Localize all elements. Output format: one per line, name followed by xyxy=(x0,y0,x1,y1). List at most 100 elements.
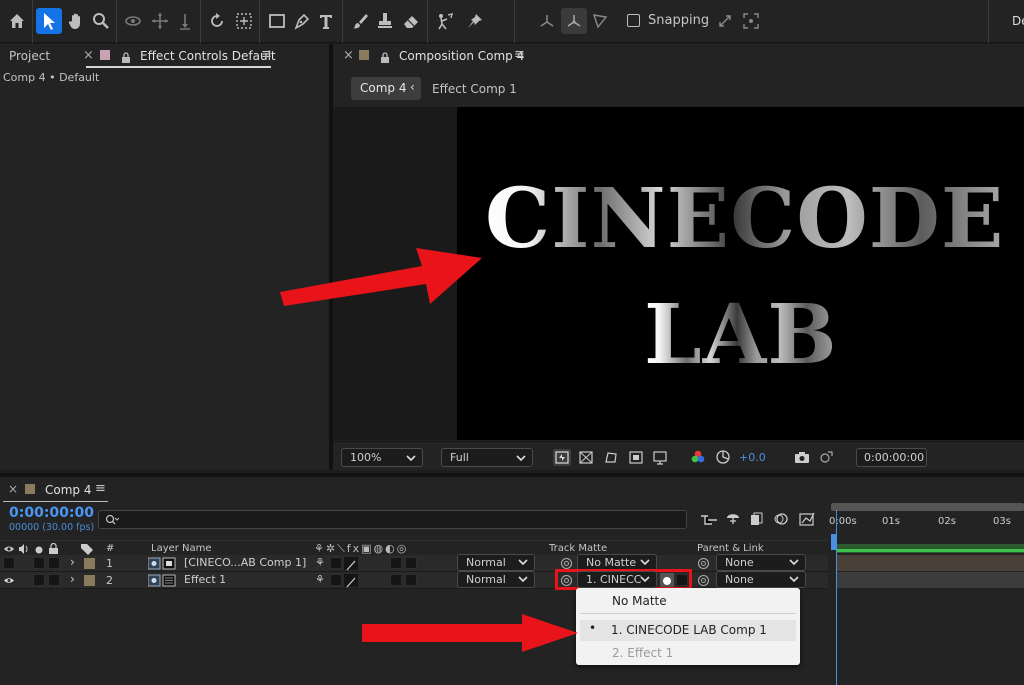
quality-switch[interactable] xyxy=(344,557,358,571)
clone-stamp-tool-icon[interactable] xyxy=(372,8,398,34)
layer-label-color[interactable] xyxy=(84,575,95,586)
graph-editor-icon[interactable] xyxy=(798,511,816,531)
layer-name[interactable]: Effect 1 xyxy=(184,573,226,586)
solo-toggle[interactable] xyxy=(33,557,45,569)
pan-behind-tool-icon[interactable] xyxy=(231,8,257,34)
blend-mode-dropdown[interactable]: Normal xyxy=(457,554,535,571)
axis-view-icon[interactable] xyxy=(587,8,613,34)
fast-previews-icon[interactable] xyxy=(553,449,571,466)
work-area-bar[interactable] xyxy=(831,503,1024,511)
composition-flowchart-icon[interactable] xyxy=(700,512,718,531)
resolution-dropdown[interactable]: Full xyxy=(441,448,533,467)
type-tool-icon[interactable] xyxy=(314,8,340,34)
axis-world-icon[interactable] xyxy=(561,8,587,34)
lock-toggle[interactable] xyxy=(48,574,60,586)
snapping-checkbox[interactable] xyxy=(627,14,640,27)
layer-bar-1[interactable] xyxy=(836,555,1024,571)
tab-effect-controls[interactable]: Effect Controls Default xyxy=(140,49,276,63)
motion-blur-icon[interactable] xyxy=(773,511,789,531)
layer-name[interactable]: [CINECO...AB Comp 1] xyxy=(184,556,306,569)
color-channel-icon[interactable] xyxy=(690,449,706,469)
chevron-right-icon[interactable]: › xyxy=(70,572,75,586)
rotation-tool-icon[interactable] xyxy=(204,8,230,34)
grid-guides-icon[interactable] xyxy=(652,450,668,469)
show-snapshot-icon[interactable] xyxy=(818,449,834,469)
layer-bar-2[interactable] xyxy=(836,572,1024,588)
orbit-camera-icon[interactable] xyxy=(120,8,146,34)
tab-timeline-comp4[interactable]: Comp 4 xyxy=(45,483,91,497)
comp-label-swatch xyxy=(359,50,369,60)
frame-blending-icon[interactable] xyxy=(749,511,765,531)
collapse-switch[interactable] xyxy=(330,574,342,586)
layer-number: 2 xyxy=(106,574,113,587)
tab-composition[interactable]: Composition Comp 4 xyxy=(399,49,524,63)
3d-switch[interactable] xyxy=(405,574,417,586)
panel-menu-icon[interactable]: ≡ xyxy=(261,47,272,62)
exposure-reset-icon[interactable] xyxy=(715,449,731,469)
menu-item-no-matte[interactable]: No Matte xyxy=(576,591,800,612)
shy-switch-icon[interactable]: ⚘ xyxy=(315,573,325,586)
current-time-display[interactable]: 0:00:00:00 xyxy=(856,448,927,467)
tab-project[interactable]: Project xyxy=(9,49,50,63)
adjustment-switch[interactable] xyxy=(390,557,402,569)
adjustment-switch[interactable] xyxy=(390,574,402,586)
roto-brush-tool-icon[interactable] xyxy=(432,8,458,34)
col-layer-name[interactable]: Layer Name xyxy=(151,543,212,554)
snapshot-camera-icon[interactable] xyxy=(793,450,811,469)
snap-edges-icon[interactable] xyxy=(712,8,738,34)
shy-switch-icon[interactable]: ⚘ xyxy=(315,556,325,569)
eraser-tool-icon[interactable] xyxy=(398,8,424,34)
exposure-value[interactable]: +0.0 xyxy=(739,451,766,464)
parent-dropdown[interactable]: None xyxy=(716,571,806,588)
home-icon[interactable] xyxy=(4,8,30,34)
lock-icon[interactable] xyxy=(121,49,131,63)
solo-toggle[interactable] xyxy=(33,574,45,586)
zoom-tool-icon[interactable] xyxy=(88,8,114,34)
matte-alpha-toggle[interactable] xyxy=(660,573,674,587)
dolly-camera-icon[interactable] xyxy=(172,8,198,34)
comp-canvas[interactable]: CINECODE LAB xyxy=(457,107,1024,440)
layer-search-input[interactable] xyxy=(98,510,687,529)
matte-invert-toggle[interactable] xyxy=(676,574,688,586)
transparency-grid-icon[interactable] xyxy=(578,450,594,469)
selection-tool-icon[interactable] xyxy=(36,8,62,34)
rectangle-tool-icon[interactable] xyxy=(264,8,290,34)
comp-panel-menu-icon[interactable]: ≡ xyxy=(514,47,525,62)
3d-switch[interactable] xyxy=(405,557,417,569)
zoom-dropdown[interactable]: 100% xyxy=(341,448,423,467)
pan-camera-icon[interactable] xyxy=(147,8,173,34)
axis-local-icon[interactable] xyxy=(534,8,560,34)
timeline-panel-menu-icon[interactable]: ≡ xyxy=(95,481,106,496)
quality-switch[interactable] xyxy=(344,574,358,588)
layer-row-2[interactable]: › 2 Effect 1 ⚘ Normal 1. CINECC None xyxy=(0,569,828,590)
track-matte-dropdown[interactable]: 1. CINECC xyxy=(577,571,657,588)
shy-layers-icon[interactable] xyxy=(725,511,741,531)
close-tab-icon[interactable]: × xyxy=(83,48,94,63)
time-graph[interactable]: 0:00s 01s 02s 03s xyxy=(828,500,1024,685)
region-of-interest-icon[interactable] xyxy=(628,450,644,469)
breadcrumb-comp4[interactable]: Comp 4 ‹ xyxy=(351,77,421,100)
breadcrumb-comp4-label: Comp 4 xyxy=(360,81,407,95)
brush-tool-icon[interactable] xyxy=(347,8,373,34)
pen-tool-icon[interactable] xyxy=(289,8,315,34)
visibility-toggle[interactable] xyxy=(3,557,15,569)
parent-dropdown[interactable]: None xyxy=(716,554,806,571)
lock-toggle[interactable] xyxy=(48,557,60,569)
hand-tool-icon[interactable] xyxy=(63,8,89,34)
comp-lock-icon[interactable] xyxy=(380,49,390,63)
snap-center-icon[interactable] xyxy=(738,8,764,34)
close-comp-tab-icon[interactable]: × xyxy=(343,48,354,63)
track-matte-menu: No Matte 1. CINECODE LAB Comp 1 • 2. Eff… xyxy=(576,588,800,665)
menu-item-cinecode-lab[interactable]: 1. CINECODE LAB Comp 1 xyxy=(580,620,796,641)
blend-mode-dropdown[interactable]: Normal xyxy=(457,571,535,588)
chevron-right-icon[interactable]: › xyxy=(70,555,75,569)
puppet-pin-tool-icon[interactable] xyxy=(462,8,488,34)
collapse-switch[interactable] xyxy=(330,557,342,569)
mask-visibility-icon[interactable] xyxy=(603,450,619,469)
close-timeline-tab-icon[interactable]: × xyxy=(8,482,18,496)
timeline-timecode[interactable]: 0:00:00:00 xyxy=(9,505,94,521)
layer-row-1[interactable]: › 1 [CINECO...AB Comp 1] ⚘ Normal No Mat… xyxy=(0,554,828,572)
layer-label-color[interactable] xyxy=(84,558,95,569)
breadcrumb-effect-comp1[interactable]: Effect Comp 1 xyxy=(432,82,517,96)
workspace-label[interactable]: De xyxy=(1012,14,1024,28)
